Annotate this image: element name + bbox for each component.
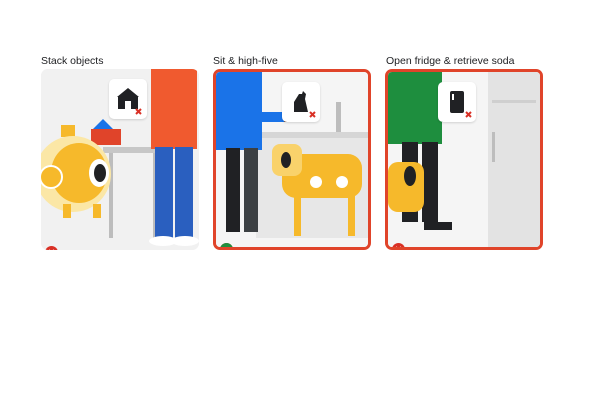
house-blocks-icon bbox=[109, 79, 147, 119]
task-panel-open-fridge[interactable] bbox=[385, 69, 543, 250]
fridge-icon bbox=[438, 82, 476, 122]
task-panel-sit-high-five[interactable] bbox=[213, 69, 371, 250]
panel-title-stack-objects: Stack objects bbox=[41, 55, 104, 67]
fail-icon bbox=[392, 243, 405, 247]
fail-icon bbox=[45, 246, 58, 250]
panel-title-open-fridge: Open fridge & retrieve soda bbox=[386, 55, 515, 67]
task-panel-stack-objects[interactable] bbox=[41, 69, 199, 250]
panel-title-sit-high-five: Sit & high-five bbox=[213, 55, 278, 67]
dog-sit-icon bbox=[282, 82, 320, 122]
success-icon bbox=[220, 243, 233, 247]
